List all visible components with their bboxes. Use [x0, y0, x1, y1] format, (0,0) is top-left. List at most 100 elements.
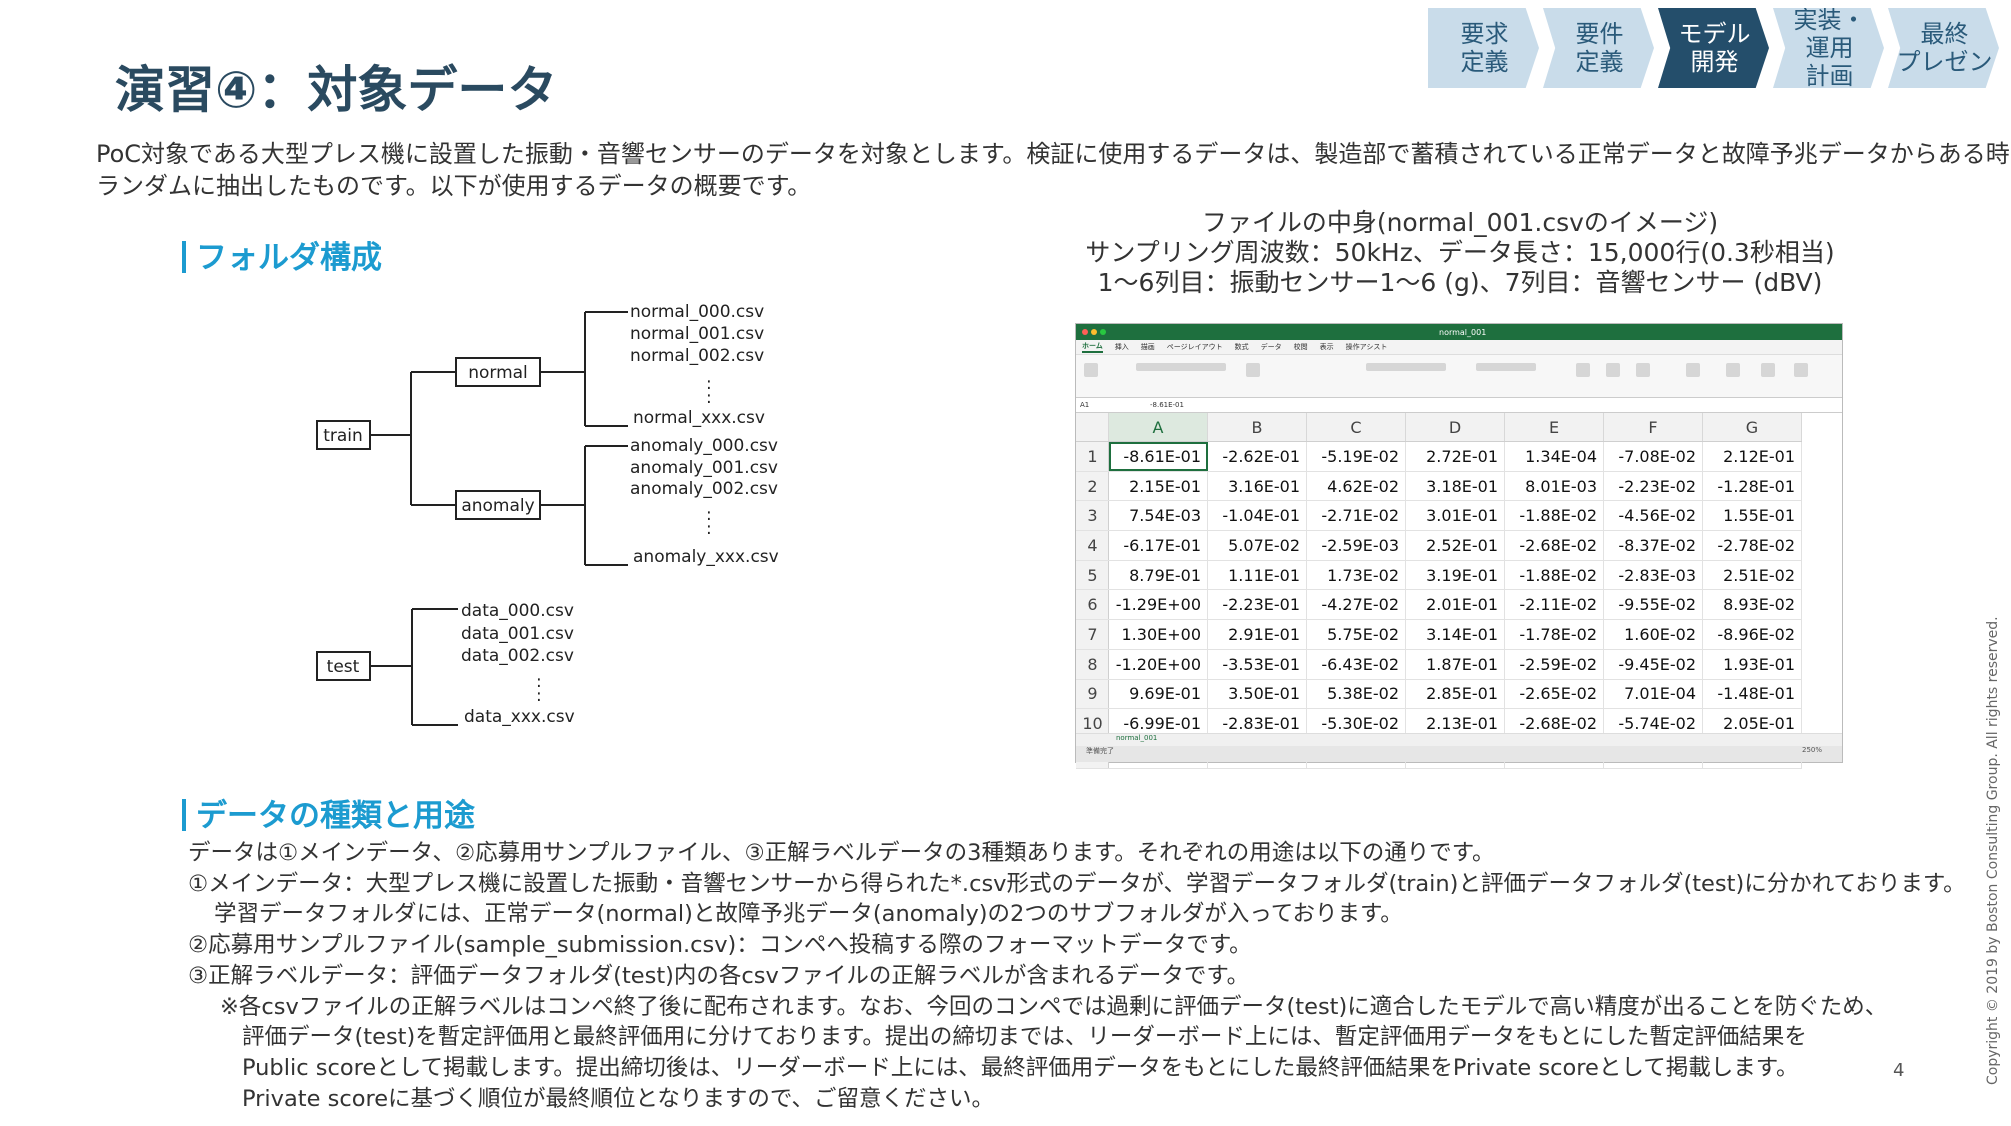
- table-cell: 4.62E-02: [1306, 471, 1406, 502]
- row-number: 1: [1076, 441, 1109, 472]
- usage-line: ①メインデータ：大型プレス機に設置した振動・音響センサーから得られた*.csv形…: [188, 870, 1966, 897]
- insert-icon: [1686, 363, 1700, 377]
- folder-section-heading: フォルダ構成: [182, 232, 382, 277]
- column-header-row: A B C D E F G: [1076, 413, 1802, 442]
- row-number: 7: [1076, 619, 1109, 650]
- file-name: normal_000.csv: [630, 302, 764, 322]
- usage-note-line: Private scoreに基づく順位が最終順位となりますので、ご留意ください。: [242, 1085, 994, 1112]
- column-header: E: [1504, 413, 1604, 442]
- table-cell: -8.96E-02: [1702, 619, 1802, 650]
- table-cell: -4.56E-02: [1603, 500, 1703, 532]
- table-cell: -2.65E-02: [1504, 679, 1604, 710]
- table-cell: -2.11E-02: [1504, 589, 1604, 621]
- ribbon-tab-data: データ: [1260, 343, 1282, 351]
- table-cell: 5.07E-02: [1207, 530, 1307, 561]
- row-number: 6: [1076, 589, 1109, 621]
- table-row: 3 7.54E-03 -1.04E-01 -2.71E-02 3.01E-01 -1.88…: [1076, 500, 1802, 532]
- table-cell: 3.14E-01: [1405, 619, 1505, 650]
- table-cell: -1.20E+00: [1108, 649, 1208, 680]
- usage-line: データは①メインデータ、②応募用サンプルファイル、③正解ラベルデータの3種類あり…: [188, 840, 1495, 866]
- row-number: 5: [1076, 560, 1109, 591]
- usage-note-line: Public scoreとして掲載します。提出締切後は、リーダーボード上には、最…: [242, 1054, 1799, 1081]
- file-name: anomaly_001.csv: [630, 458, 778, 478]
- file-info: ファイルの中身(normal_001.csvのイメージ) サンプリング周波数：5…: [1060, 208, 1860, 298]
- column-header: F: [1603, 413, 1703, 442]
- file-name: normal_002.csv: [630, 346, 764, 366]
- table-row: 9 9.69E-01 3.50E-01 5.38E-02 2.85E-01 -2.65E-…: [1076, 679, 1802, 710]
- file-name: normal_001.csv: [630, 324, 764, 344]
- table-cell: 5.38E-02: [1306, 679, 1406, 710]
- anomaly-folder-label: anomaly: [461, 496, 534, 516]
- excel-file-name: normal_001: [1439, 327, 1487, 337]
- table-cell: -2.59E-02: [1504, 649, 1604, 680]
- table-cell: -2.83E-03: [1603, 560, 1703, 591]
- number-format-icon: [1476, 363, 1536, 371]
- usage-note-line: 評価データ(test)を暫定評価用と最終評価用に分けております。提出の締切までは…: [242, 1024, 1807, 1051]
- row-number: 3: [1076, 500, 1109, 532]
- intro-line: PoC対象である大型プレス機に設置した振動・音響センサーのデータを対象とします。…: [96, 140, 2011, 168]
- row-number: 8: [1076, 649, 1109, 680]
- table-cell: -1.28E-01: [1702, 471, 1802, 502]
- grid-corner: [1076, 413, 1109, 442]
- table-row: 8 -1.20E+00 -3.53E-01 -6.43E-02 1.87E-01 -2.5…: [1076, 649, 1802, 680]
- table-cell: 3.19E-01: [1405, 560, 1505, 591]
- table-cell: -6.43E-02: [1306, 649, 1406, 680]
- file-name: data_001.csv: [461, 624, 574, 644]
- table-cell: -2.78E-02: [1702, 530, 1802, 561]
- copyright-notice: Copyright © 2019 by Boston Consulting Gr…: [1985, 616, 2001, 1085]
- table-cell: 1.93E-01: [1702, 649, 1802, 680]
- name-box: A1: [1080, 401, 1090, 409]
- table-cell: -1.88E-02: [1504, 560, 1604, 591]
- heading-bar: [182, 241, 186, 273]
- table-cell: 2.91E-01: [1207, 619, 1307, 650]
- sheet-tab-bar: normal_001: [1076, 733, 1842, 746]
- spreadsheet-grid: A B C D E F G 1 -8.61E-01 -2.62E-01 -5.19E-…: [1076, 413, 1802, 769]
- table-cell: 2.52E-01: [1405, 530, 1505, 561]
- file-info-line: サンプリング周波数：50kHz、データ長さ：15,000行(0.3秒相当): [1085, 238, 1835, 267]
- excel-status-bar: 準備完了 250%: [1076, 746, 1842, 762]
- usage-line: ②応募用サンプルファイル(sample_submission.csv)：コンペへ…: [188, 932, 1252, 959]
- table-cell: -1.88E-02: [1504, 500, 1604, 532]
- table-cell: 1.30E+00: [1108, 619, 1208, 650]
- table-cell: 7.01E-04: [1603, 679, 1703, 710]
- table-cell: 3.01E-01: [1405, 500, 1505, 532]
- phase-navigation: 要求 定義 要件 定義 モデル 開発 実装・ 運用 計画 最終 プレゼン: [1428, 8, 1999, 88]
- excel-ribbon-tabs: ホーム 挿入 描画 ページレイアウト 数式 データ 校閲 表示 操作アシスト: [1076, 340, 1842, 355]
- table-row: 4 -6.17E-01 5.07E-02 -2.59E-03 2.52E-01 -2.68…: [1076, 530, 1802, 561]
- table-cell: 2.85E-01: [1405, 679, 1505, 710]
- file-name: anomaly_002.csv: [630, 479, 778, 499]
- table-cell: -3.53E-01: [1207, 649, 1307, 680]
- column-header: C: [1306, 413, 1406, 442]
- table-cell: -4.27E-02: [1306, 589, 1406, 621]
- test-folder-label: test: [327, 657, 360, 677]
- cell-style-icon: [1636, 363, 1650, 377]
- wrap-text-icon: [1366, 363, 1446, 371]
- file-name: data_000.csv: [461, 601, 574, 621]
- row-number: 9: [1076, 679, 1109, 710]
- usage-line: 学習データフォルダには、正常データ(normal)と故障予兆データ(anomal…: [214, 901, 1403, 928]
- excel-formula-bar: A1 -8.61E-01: [1076, 398, 1842, 413]
- status-ready: 準備完了: [1086, 747, 1114, 755]
- table-cell: -1.78E-02: [1504, 619, 1604, 650]
- table-cell: 1.55E-01: [1702, 500, 1802, 532]
- conditional-format-icon: [1576, 363, 1590, 377]
- table-cell: -8.37E-02: [1603, 530, 1703, 561]
- train-folder-label: train: [323, 426, 363, 446]
- table-cell: 1.60E-02: [1603, 619, 1703, 650]
- table-row: 7 1.30E+00 2.91E-01 5.75E-02 3.14E-01 -1.78E-…: [1076, 619, 1802, 650]
- table-cell: -1.04E-01: [1207, 500, 1307, 532]
- table-cell: -2.71E-02: [1306, 500, 1406, 532]
- sort-icon: [1761, 363, 1775, 377]
- column-header: A: [1108, 413, 1208, 442]
- excel-title-bar: normal_001: [1076, 324, 1842, 340]
- close-dot-icon: [1082, 329, 1088, 335]
- file-info-line: 1～6列目：振動センサー1～6 (g)、7列目：音響センサー (dBV): [1097, 268, 1823, 297]
- file-name: data_002.csv: [461, 646, 574, 666]
- table-cell: 2.15E-01: [1108, 471, 1208, 502]
- usage-text: データは①メインデータ、②応募用サンプルファイル、③正解ラベルデータの3種類あり…: [188, 838, 1966, 1114]
- table-cell: -1.48E-01: [1702, 679, 1802, 710]
- column-header: D: [1405, 413, 1505, 442]
- ribbon-tab-insert: 挿入: [1114, 343, 1129, 351]
- usage-section-heading: データの種類と用途: [182, 790, 475, 835]
- row-number: 4: [1076, 530, 1109, 561]
